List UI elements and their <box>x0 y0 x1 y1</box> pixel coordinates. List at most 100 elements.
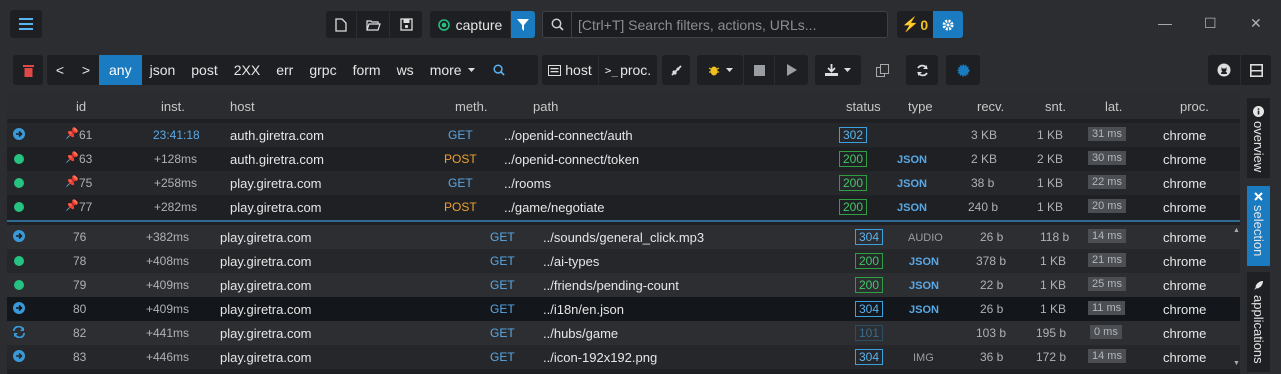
warning-count: 0 <box>920 16 929 33</box>
cell-recv: 103 b <box>976 326 1007 340</box>
hamburger-icon <box>19 18 33 30</box>
filter-any[interactable]: any <box>99 55 142 85</box>
cell-snt: 172 b <box>1036 350 1067 364</box>
table-row[interactable]: 83 +446ms play.giretra.com GET ../icon-1… <box>7 345 1240 369</box>
scroll-down-arrow[interactable]: ▼ <box>1233 360 1240 367</box>
filter-more-label: more <box>429 62 462 78</box>
group-by-host-button[interactable]: host <box>542 55 598 85</box>
side-tab-label: selection <box>1251 205 1266 257</box>
filter-search-button[interactable] <box>483 55 515 85</box>
side-tab-label: applications <box>1251 295 1266 364</box>
filter-grpc[interactable]: grpc <box>301 55 344 85</box>
cell-snt: 195 b <box>1036 326 1067 340</box>
table-row-selected[interactable]: 80 +409ms play.giretra.com GET ../i18n/e… <box>7 297 1240 321</box>
plugin-button[interactable] <box>662 55 690 85</box>
cell-path: ../i18n/en.json <box>543 302 624 317</box>
open-file-button[interactable] <box>357 11 389 38</box>
cell-path: ../ai-types <box>543 254 600 269</box>
col-status[interactable]: status <box>846 99 881 114</box>
table-row-pinned[interactable]: 📌 63 +128ms auth.giretra.com POST ../ope… <box>7 147 1240 171</box>
search-icon <box>493 64 505 76</box>
save-button[interactable] <box>390 11 422 38</box>
cell-status: 304 <box>855 229 884 245</box>
play-button[interactable] <box>775 55 808 85</box>
table-row-pinned[interactable]: 📌 77 +282ms play.giretra.com POST ../gam… <box>7 195 1240 219</box>
col-path[interactable]: path <box>533 99 558 114</box>
cell-host: play.giretra.com <box>220 350 312 365</box>
cell-status: 101 <box>855 325 884 341</box>
cell-host: auth.giretra.com <box>230 152 324 167</box>
bug-icon <box>708 66 719 76</box>
cell-lat: 30 ms <box>1088 151 1126 165</box>
scrollbar[interactable]: ▲ ▼ <box>1233 227 1240 367</box>
certificate-button[interactable] <box>946 55 980 85</box>
filter-2xx[interactable]: 2XX <box>226 55 268 85</box>
capture-filter-button[interactable] <box>511 11 535 38</box>
col-snt[interactable]: snt. <box>1045 99 1066 114</box>
refresh-button[interactable] <box>906 55 938 85</box>
terminal-icon: >_ <box>604 63 619 77</box>
pinned-divider <box>7 220 1240 222</box>
warnings-button[interactable]: ⚡ 0 <box>897 11 933 38</box>
filter-post[interactable]: post <box>183 55 225 85</box>
table-row[interactable]: 78 +408ms play.giretra.com GET ../ai-typ… <box>7 249 1240 273</box>
gear-icon <box>942 19 954 30</box>
filter-more-dropdown[interactable]: more <box>422 55 483 85</box>
col-inst[interactable]: inst. <box>161 99 185 114</box>
debug-dropdown-button[interactable] <box>697 55 743 85</box>
col-recv[interactable]: recv. <box>977 99 1004 114</box>
col-id[interactable]: id <box>76 99 86 114</box>
table-row[interactable]: 79 +409ms play.giretra.com GET ../friend… <box>7 273 1240 297</box>
cell-status: 200 <box>839 151 868 167</box>
filter-prev-button[interactable]: < <box>47 55 73 85</box>
search-input[interactable] <box>571 12 887 37</box>
close-window-button[interactable]: ✕ <box>1250 15 1262 32</box>
export-dropdown-button[interactable] <box>815 55 861 85</box>
new-file-button[interactable] <box>326 11 356 38</box>
filter-json[interactable]: json <box>142 55 184 85</box>
filter-ws[interactable]: ws <box>389 55 422 85</box>
col-lat[interactable]: lat. <box>1105 99 1122 114</box>
cell-inst: +282ms <box>154 200 198 214</box>
switch-protocol-icon <box>12 325 26 341</box>
cell-proc: chrome <box>1163 278 1207 293</box>
cell-meth: GET <box>490 350 515 364</box>
copy-button[interactable] <box>866 55 898 85</box>
scroll-up-arrow[interactable]: ▲ <box>1233 227 1240 234</box>
table-row-pinned[interactable]: 📌 75 +258ms play.giretra.com GET ../room… <box>7 171 1240 195</box>
maximize-button[interactable]: ☐ <box>1204 15 1217 32</box>
side-tab-applications[interactable]: applications <box>1247 272 1270 372</box>
table-row[interactable]: 76 +382ms play.giretra.com GET ../sounds… <box>7 225 1240 249</box>
host-icon <box>548 64 562 76</box>
col-meth[interactable]: meth. <box>455 99 488 114</box>
github-button[interactable] <box>1208 55 1240 85</box>
menu-button[interactable] <box>10 10 42 38</box>
minimize-button[interactable]: — <box>1158 15 1172 31</box>
host-label: host <box>565 62 592 78</box>
side-tab-overview[interactable]: overview <box>1247 98 1270 178</box>
cell-inst: +409ms <box>146 278 190 292</box>
col-host[interactable]: host <box>230 99 255 114</box>
side-tab-selection[interactable]: selection <box>1247 186 1270 266</box>
cell-lat: 31 ms <box>1088 127 1126 141</box>
clear-button[interactable] <box>13 55 43 85</box>
filter-form[interactable]: form <box>345 55 389 85</box>
cell-type: IMG <box>913 352 934 364</box>
capture-button[interactable]: capture <box>430 11 510 38</box>
cell-status: 200 <box>839 199 868 215</box>
cell-lat: 11 ms <box>1088 301 1126 315</box>
group-by-proc-button[interactable]: >_ proc. <box>599 55 657 85</box>
layout-toggle-button[interactable] <box>1241 55 1271 85</box>
stop-button[interactable] <box>744 55 774 85</box>
table-row[interactable]: 82 +441ms play.giretra.com GET ../hubs/g… <box>7 321 1240 345</box>
settings-button[interactable] <box>933 11 963 38</box>
filter-err[interactable]: err <box>268 55 301 85</box>
filter-next-button[interactable]: > <box>73 55 99 85</box>
table-row-pinned[interactable]: 📌 61 23:41:18 auth.giretra.com GET ../op… <box>7 123 1240 147</box>
cell-meth: GET <box>490 302 515 316</box>
cell-proc: chrome <box>1163 128 1207 143</box>
col-proc[interactable]: proc. <box>1180 99 1209 114</box>
col-type[interactable]: type <box>908 99 933 114</box>
cell-lat: 22 ms <box>1088 175 1126 189</box>
cell-recv: 2 KB <box>971 152 998 166</box>
